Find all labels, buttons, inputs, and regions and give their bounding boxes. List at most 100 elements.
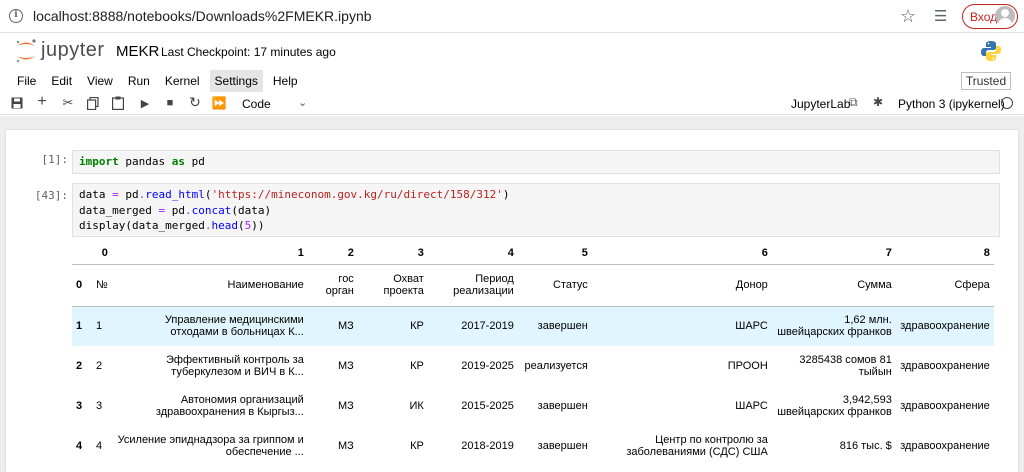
table-cell: Автономия организаций здравоохранения в … [111, 386, 308, 426]
menu-run[interactable]: Run [128, 70, 157, 92]
avatar-icon [995, 6, 1015, 26]
table-cell: 4 [92, 426, 112, 466]
table-cell: 2019-2025 [427, 346, 518, 386]
table-cell: здравоохранение [895, 346, 994, 386]
header-cell: 5 [517, 242, 592, 265]
header-cell: Сфера [895, 264, 994, 307]
external-link-icon[interactable]: ⧉ [849, 95, 858, 110]
header-cell: 3 [357, 242, 428, 265]
url-field[interactable]: localhost:8888/notebooks/Downloads%2FMEK… [33, 8, 372, 24]
cell-prompt: [43]: [34, 189, 68, 202]
trusted-indicator[interactable]: Trusted [961, 72, 1011, 90]
table-cell: КР [357, 426, 428, 466]
table-cell: ПРООН [591, 346, 772, 386]
menu-kernel[interactable]: Kernel [165, 70, 207, 92]
cell-prompt: [1]: [41, 153, 69, 166]
notebook-area: [1]: import pandas as pd [43]: data = pd… [0, 116, 1024, 472]
table-cell: 3,942,593 швейцарских франков [771, 386, 896, 426]
table-row: 2 2 Эффективный контроль за туберкулезом… [72, 346, 994, 386]
table-cell: 1 [72, 306, 92, 346]
menu-settings[interactable]: Settings [209, 70, 263, 92]
save-icon[interactable] [11, 97, 23, 109]
table-row: 3 3 Автономия организаций здравоохранени… [72, 386, 994, 426]
reading-list-icon[interactable]: ☰ [934, 7, 947, 25]
table-row: 4 4 Усиление эпиднадзора за гриппом и об… [72, 426, 994, 466]
table-cell: 2 [92, 346, 112, 386]
table-cell: МЗ [307, 386, 358, 426]
fast-forward-icon[interactable]: ⏩ [211, 96, 227, 110]
notebook-toolbar: + ✂ ▶ ■ ↻ ⏩ Code ⌄ JupyterLab ⧉ ✱ Python… [0, 93, 1024, 115]
table-cell: Усиление эпиднадзора за гриппом и обеспе… [111, 426, 308, 466]
login-label: Вход [970, 9, 998, 24]
paste-icon[interactable] [112, 96, 124, 110]
run-icon[interactable]: ▶ [137, 97, 153, 110]
header-cell: Донор [591, 264, 772, 307]
table-cell: здравоохранение [895, 386, 994, 426]
table-cell: здравоохранение [895, 426, 994, 466]
copy-icon[interactable] [87, 97, 99, 110]
add-cell-icon[interactable]: + [34, 93, 50, 111]
jupyter-logo-icon[interactable] [14, 38, 38, 64]
cell-type-select[interactable]: Code [242, 97, 271, 111]
table-cell: 3 [72, 386, 92, 426]
jupyter-logo-text: jupyter [41, 39, 105, 61]
stop-icon[interactable]: ■ [162, 97, 178, 109]
header-cell: гос орган [307, 264, 358, 307]
cut-icon[interactable]: ✂ [60, 95, 76, 111]
notebook-panel: [1]: import pandas as pd [43]: data = pd… [6, 130, 1018, 472]
restart-icon[interactable]: ↻ [187, 94, 203, 111]
table-cell: 1,62 млн. швейцарских франков [771, 306, 896, 346]
header-cell: 0 [92, 242, 112, 265]
python-kernel-icon [981, 41, 1001, 61]
header-cell: Наименование [111, 264, 308, 307]
table-cell: 2015-2025 [427, 386, 518, 426]
menu-edit[interactable]: Edit [51, 70, 79, 92]
header-cell: 4 [427, 242, 518, 265]
code-cell-1[interactable]: import pandas as pd [72, 150, 1000, 174]
table-row: 1 1 Управление медицинскими отходами в б… [72, 306, 994, 346]
table-cell: ШАРС [591, 306, 772, 346]
dataframe-output: 0 1 2 3 4 5 6 7 8 0 № Наименование гос о… [72, 242, 994, 466]
table-cell: 3285438 сомов 81 тыйын [771, 346, 896, 386]
header-cell: Сумма [771, 264, 896, 307]
notebook-title[interactable]: MEKR [116, 43, 159, 60]
debugger-icon[interactable]: ✱ [873, 95, 883, 109]
last-checkpoint: Last Checkpoint: 17 minutes ago [161, 45, 336, 59]
table-cell: 2017-2019 [427, 306, 518, 346]
table-cell: 1 [92, 306, 112, 346]
header-cell: 2 [307, 242, 358, 265]
table-cell: 2 [72, 346, 92, 386]
table-cell: завершен [517, 426, 592, 466]
table-cell: МЗ [307, 346, 358, 386]
kernel-name[interactable]: Python 3 (ipykernel) [898, 97, 1005, 111]
header-cell: 8 [895, 242, 994, 265]
header-cell: 0 [72, 264, 92, 307]
browser-address-bar: i localhost:8888/notebooks/Downloads%2FM… [0, 0, 1024, 33]
table-cell: КР [357, 306, 428, 346]
table-cell: ШАРС [591, 386, 772, 426]
header-cell: 1 [111, 242, 308, 265]
menu-view[interactable]: View [87, 70, 120, 92]
chevron-down-icon[interactable]: ⌄ [298, 96, 307, 109]
table-cell: Центр по контролю за заболеваниями (СДС)… [591, 426, 772, 466]
table-cell: Эффективный контроль за туберкулезом и В… [111, 346, 308, 386]
table-cell: реализуется [517, 346, 592, 386]
kernel-status-icon [1001, 97, 1013, 109]
table-header-row: 0 № Наименование гос орган Охват проекта… [72, 264, 994, 307]
table-cell: завершен [517, 386, 592, 426]
jupyter-header: jupyter MEKR Last Checkpoint: 17 minutes… [0, 33, 1024, 69]
menu-bar: File Edit View Run Kernel Settings Help … [0, 70, 1024, 92]
bookmark-star-icon[interactable]: ☆ [900, 6, 916, 27]
menu-help[interactable]: Help [273, 70, 305, 92]
header-cell: 7 [771, 242, 896, 265]
login-button[interactable]: Вход [962, 4, 1018, 29]
table-cell: здравоохранение [895, 306, 994, 346]
table-cell: ИК [357, 386, 428, 426]
header-cell: 6 [591, 242, 772, 265]
table-cell: 4 [72, 426, 92, 466]
menu-file[interactable]: File [17, 70, 43, 92]
info-icon[interactable]: i [9, 9, 23, 23]
table-cell: МЗ [307, 306, 358, 346]
code-cell-2[interactable]: data = pd.read_html('https://mineconom.g… [72, 183, 1000, 237]
jupyterlab-link[interactable]: JupyterLab [791, 97, 850, 111]
